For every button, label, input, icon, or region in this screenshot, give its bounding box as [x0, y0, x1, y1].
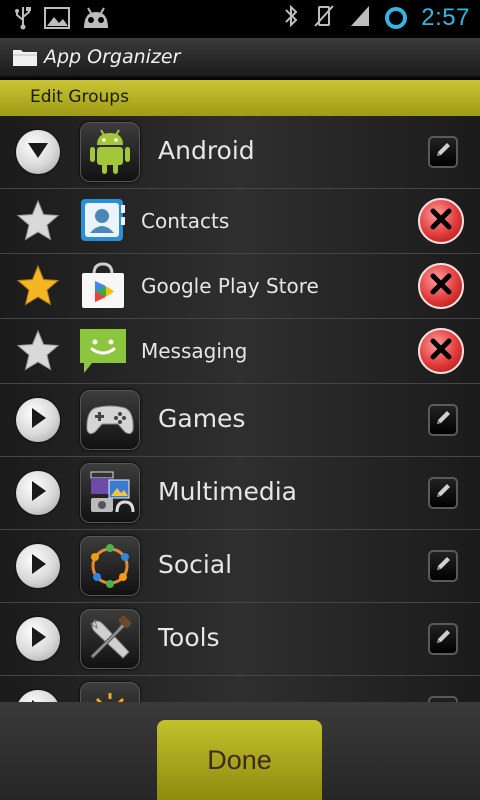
collapse-group-button[interactable] [16, 130, 60, 174]
group-row-social[interactable]: Social [0, 530, 480, 603]
star-button[interactable] [16, 199, 60, 243]
done-button[interactable]: Done [157, 720, 322, 800]
edit-group-button[interactable] [428, 136, 458, 168]
group-label: Tools [158, 623, 220, 652]
done-label: Done [207, 744, 272, 775]
remove-app-button[interactable] [418, 198, 464, 244]
bluetooth-icon [283, 4, 299, 32]
expand-group-button[interactable] [16, 617, 60, 661]
status-bar: 2:57 [0, 0, 480, 38]
image-icon [44, 7, 70, 33]
triangle-down-icon [27, 141, 49, 163]
app-title: App Organizer [44, 46, 181, 68]
app-row-contacts[interactable]: Contacts [0, 189, 480, 254]
expand-group-button[interactable] [16, 471, 60, 515]
bottom-bar: Done [0, 702, 480, 800]
remove-app-button[interactable] [418, 263, 464, 309]
group-row-multimedia[interactable]: Multimedia [0, 457, 480, 530]
messaging-icon [78, 325, 128, 375]
group-row-games[interactable]: Games [0, 384, 480, 457]
social-icon [80, 536, 140, 596]
signal-icon [349, 4, 371, 32]
close-icon [430, 338, 452, 364]
contacts-icon [78, 195, 128, 245]
usb-icon [14, 6, 32, 34]
close-icon [430, 273, 452, 299]
expand-group-button[interactable] [16, 544, 60, 588]
group-label: Android [158, 136, 255, 165]
section-title: Edit Groups [30, 87, 129, 107]
expand-group-button[interactable] [16, 398, 60, 442]
play-arrow-icon [29, 553, 47, 579]
edit-group-button[interactable] [428, 550, 458, 582]
pencil-icon [434, 141, 452, 163]
app-label: Contacts [141, 209, 230, 233]
group-row-partial[interactable] [0, 676, 480, 702]
app-row-play-store[interactable]: Google Play Store [0, 254, 480, 319]
star-button[interactable] [16, 264, 60, 308]
status-time: 2:57 [421, 4, 470, 31]
close-icon [430, 208, 452, 234]
sun-icon [80, 682, 140, 702]
edit-group-button[interactable] [428, 623, 458, 655]
group-label: Multimedia [158, 477, 297, 506]
gamepad-icon [80, 390, 140, 450]
play-arrow-icon [29, 626, 47, 652]
star-icon [16, 199, 60, 247]
app-title-bar: App Organizer [0, 38, 480, 78]
star-button[interactable] [16, 329, 60, 373]
remove-app-button[interactable] [418, 328, 464, 374]
pencil-icon [434, 628, 452, 650]
app-label: Messaging [141, 339, 248, 363]
pencil-icon [434, 409, 452, 431]
tools-icon [80, 609, 140, 669]
vibrate-icon [313, 4, 335, 32]
app-row-messaging[interactable]: Messaging [0, 319, 480, 384]
play-store-icon [78, 260, 128, 310]
group-label: Social [158, 550, 233, 579]
app-label: Google Play Store [141, 274, 319, 298]
star-icon [16, 329, 60, 377]
folder-icon [12, 47, 38, 71]
group-label: Games [158, 404, 246, 433]
pencil-icon [434, 482, 452, 504]
play-arrow-icon [29, 480, 47, 506]
android-icon [80, 122, 140, 182]
sync-ring-icon [385, 7, 408, 29]
edit-group-button[interactable] [428, 477, 458, 509]
group-list[interactable]: Android Contacts Google Play Store Messa… [0, 116, 480, 702]
expand-group-button[interactable] [16, 690, 60, 702]
group-row-android[interactable]: Android [0, 116, 480, 189]
pencil-icon [434, 555, 452, 577]
play-arrow-icon [29, 407, 47, 433]
section-header: Edit Groups [0, 80, 480, 116]
android-debug-icon [82, 6, 110, 34]
star-filled-icon [16, 264, 60, 312]
edit-group-button[interactable] [428, 404, 458, 436]
group-row-tools[interactable]: Tools [0, 603, 480, 676]
multimedia-icon [80, 463, 140, 523]
